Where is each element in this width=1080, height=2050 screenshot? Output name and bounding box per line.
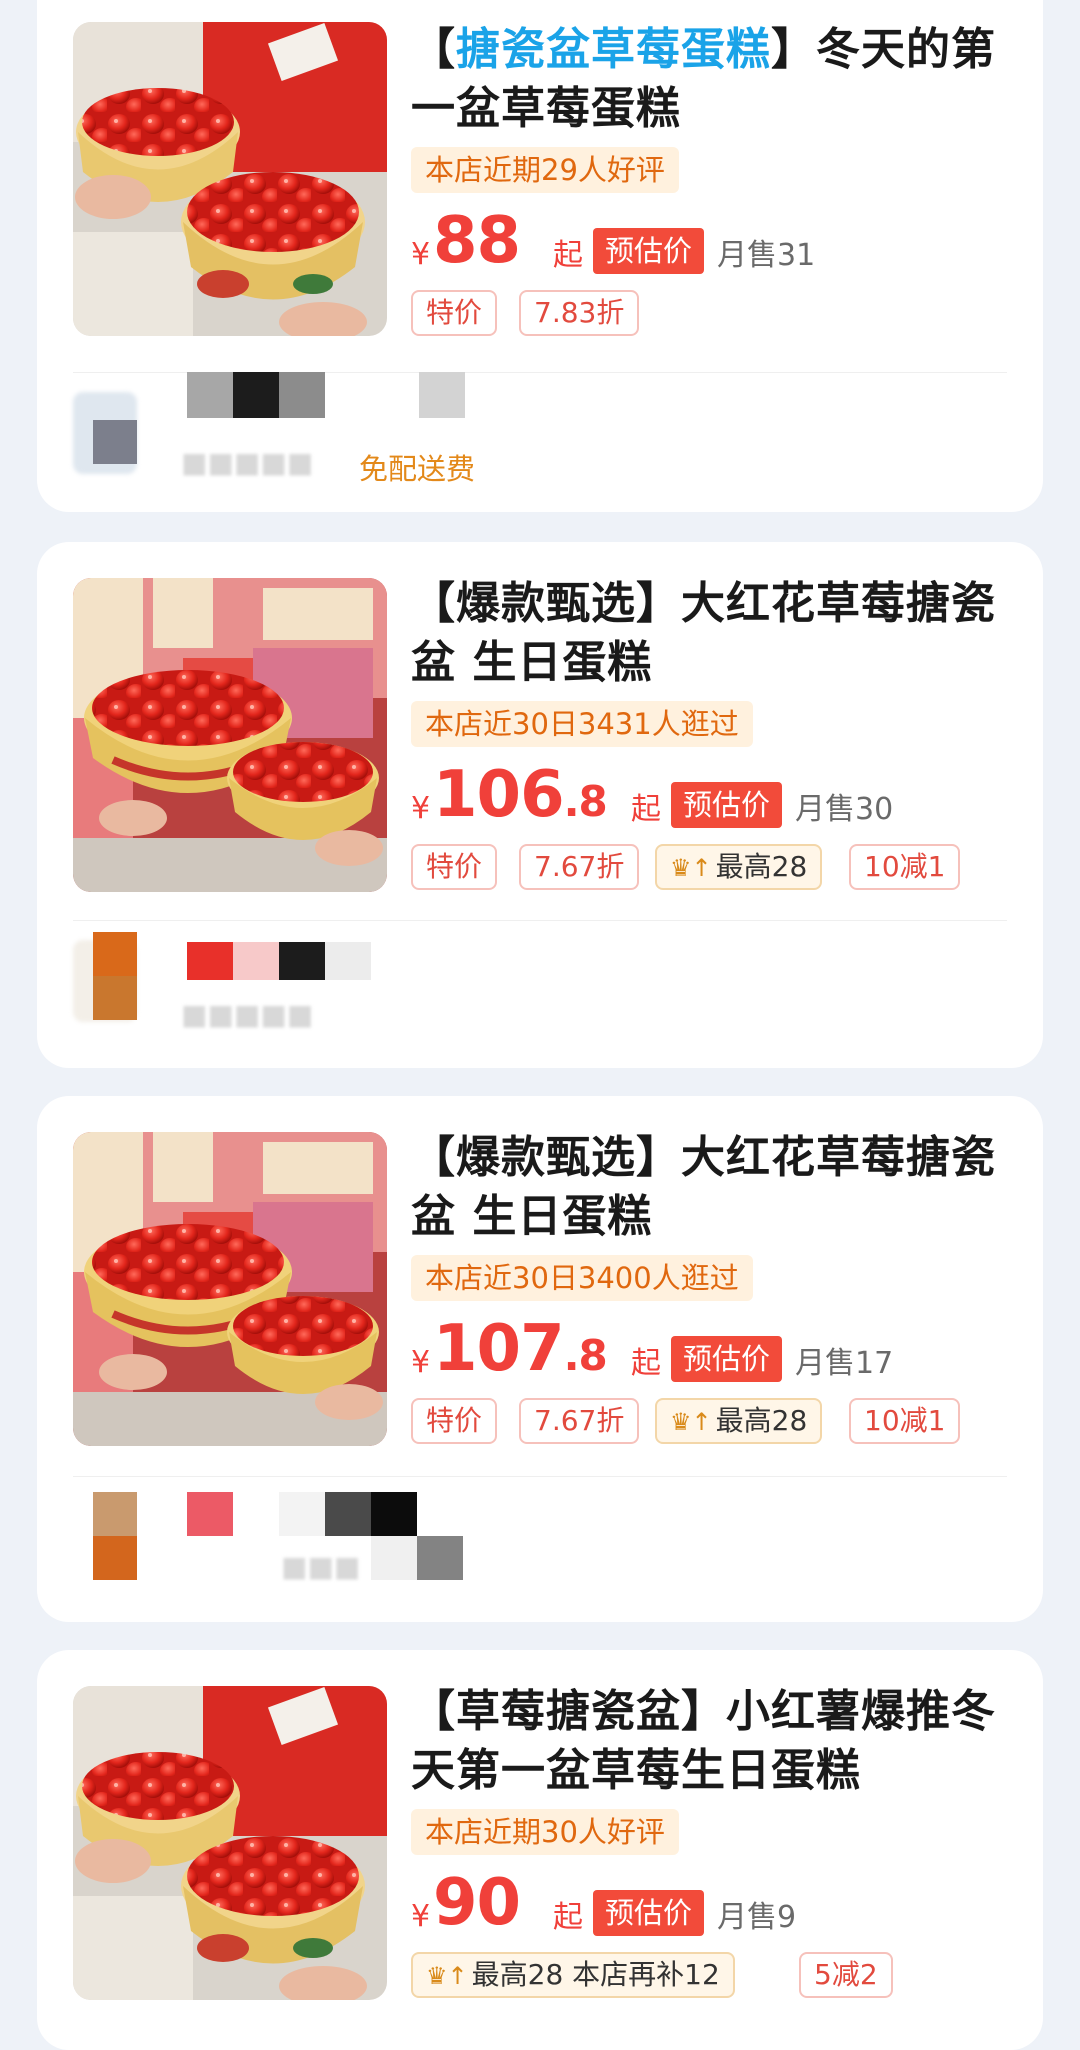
price-from-label: 起 — [553, 1900, 583, 1935]
price-amount: 107.8 — [433, 1312, 608, 1386]
blurred-shop-name — [187, 942, 233, 980]
product-image[interactable] — [73, 578, 387, 892]
review-badge: 本店近期29人好评 — [411, 147, 679, 193]
currency-symbol: ¥ — [411, 1899, 431, 1934]
product-title[interactable]: 【爆款甄选】大红花草莓搪瓷盆 生日蛋糕 — [411, 1128, 1011, 1246]
review-badge: 本店近期30人好评 — [411, 1809, 679, 1855]
shop-avatar-overlay — [93, 976, 137, 1020]
tag-spend-reduce: 10减1 — [849, 844, 961, 890]
price-amount: 88 — [433, 204, 521, 278]
product-image[interactable] — [73, 1132, 387, 1446]
blurred-shop-name — [233, 372, 279, 418]
product-card-2[interactable]: 【爆款甄选】大红花草莓搪瓷盆 生日蛋糕 本店近30日3431人逛过 ¥ 106.… — [37, 542, 1043, 1068]
blurred-shop-name — [187, 1492, 233, 1536]
divider — [73, 1476, 1007, 1477]
tag-discount: 7.83折 — [519, 290, 640, 336]
title-highlight: 搪瓷盆草莓蛋糕 — [456, 24, 771, 75]
tag-special-price: 特价 — [411, 844, 498, 890]
promo-tags: 特价 7.83折 — [411, 290, 1011, 336]
product-card-3[interactable]: 【爆款甄选】大红花草莓搪瓷盆 生日蛋糕 本店近30日3400人逛过 ¥ 107.… — [37, 1096, 1043, 1622]
shop-avatar-overlay — [93, 1536, 137, 1580]
tag-max-subsidy: ♛↑ 最高28 — [655, 1398, 823, 1444]
estimate-price-badge: 预估价 — [671, 1336, 783, 1382]
blurred-delivery-text: ■■■ — [281, 1550, 361, 1583]
blurred-shop-name — [233, 942, 279, 980]
price-amount: 90 — [433, 1866, 521, 1940]
blurred-shop-name — [419, 372, 465, 418]
monthly-sales: 月售30 — [795, 792, 894, 827]
blurred-shop-name — [325, 942, 371, 980]
product-card-4[interactable]: 【草莓搪瓷盆】小红薯爆推冬天第一盆草莓生日蛋糕 本店近期30人好评 ¥ 90 起… — [37, 1650, 1043, 2050]
price-from-label: 起 — [631, 792, 661, 827]
monthly-sales: 月售31 — [717, 238, 816, 273]
currency-symbol: ¥ — [411, 1345, 431, 1380]
shop-avatar[interactable] — [93, 1492, 137, 1536]
tag-special-price: 特价 — [411, 1398, 498, 1444]
divider — [73, 920, 1007, 921]
blurred-delivery-text: ■■■■■ — [181, 446, 314, 479]
promo-tags: ♛↑ 最高28 本店再补12 5减2 — [411, 1952, 1011, 1998]
visit-badge: 本店近30日3400人逛过 — [411, 1255, 753, 1301]
shop-avatar-overlay — [93, 420, 137, 464]
tag-discount: 7.67折 — [519, 1398, 640, 1444]
tag-discount: 7.67折 — [519, 844, 640, 890]
product-title[interactable]: 【草莓搪瓷盆】小红薯爆推冬天第一盆草莓生日蛋糕 — [411, 1682, 1011, 1800]
crown-up-icon: ♛↑ — [670, 1408, 712, 1436]
blurred-shop-name — [187, 372, 233, 418]
estimate-price-badge: 预估价 — [593, 228, 705, 274]
tag-spend-reduce: 5减2 — [799, 1952, 893, 1998]
shop-avatar-overlay — [93, 932, 137, 976]
blurred-shop-name — [279, 372, 325, 418]
blurred-shop-name — [325, 1492, 371, 1536]
blurred-shop-name — [371, 1492, 417, 1536]
currency-symbol: ¥ — [411, 237, 431, 272]
promo-tags: 特价 7.67折 ♛↑ 最高28 10减1 — [411, 1398, 1011, 1444]
estimate-price-badge: 预估价 — [671, 782, 783, 828]
product-photo-strawberry-bowls — [73, 22, 387, 336]
monthly-sales: 月售9 — [717, 1900, 797, 1935]
product-photo-strawberry-bowls — [73, 1686, 387, 2000]
free-delivery-label: 免配送费 — [359, 452, 476, 486]
price-amount: 106.8 — [433, 758, 608, 832]
price-from-label: 起 — [631, 1346, 661, 1381]
product-image[interactable] — [73, 1686, 387, 2000]
visit-badge: 本店近30日3431人逛过 — [411, 701, 753, 747]
price-row: ¥ 90 起 预估价 月售9 — [411, 1866, 1011, 1942]
blurred-shop-name — [371, 1536, 417, 1580]
tag-max-subsidy: ♛↑ 最高28 — [655, 844, 823, 890]
crown-up-icon: ♛↑ — [670, 854, 712, 882]
blurred-shop-name — [279, 1492, 325, 1536]
product-image[interactable] — [73, 22, 387, 336]
product-title[interactable]: 【搪瓷盆草莓蛋糕】冬天的第一盆草莓蛋糕 — [411, 20, 1011, 138]
product-title[interactable]: 【爆款甄选】大红花草莓搪瓷盆 生日蛋糕 — [411, 574, 1011, 692]
crown-up-icon: ♛↑ — [426, 1962, 468, 1990]
tag-spend-reduce: 10减1 — [849, 1398, 961, 1444]
price-from-label: 起 — [553, 238, 583, 273]
product-card-1[interactable]: 【搪瓷盆草莓蛋糕】冬天的第一盆草莓蛋糕 本店近期29人好评 ¥ 88 起 预估价… — [37, 0, 1043, 512]
price-row: ¥ 107.8 起 预估价 月售17 — [411, 1312, 1011, 1388]
estimate-price-badge: 预估价 — [593, 1890, 705, 1936]
blurred-shop-name — [417, 1536, 463, 1580]
tag-max-subsidy: ♛↑ 最高28 本店再补12 — [411, 1952, 735, 1998]
product-photo-strawberry-bowls — [73, 578, 387, 892]
price-row: ¥ 88 起 预估价 月售31 — [411, 204, 1011, 280]
tag-special-price: 特价 — [411, 290, 498, 336]
blurred-delivery-text: ■■■■■ — [181, 998, 314, 1031]
blurred-shop-name — [279, 942, 325, 980]
currency-symbol: ¥ — [411, 791, 431, 826]
monthly-sales: 月售17 — [795, 1346, 894, 1381]
promo-tags: 特价 7.67折 ♛↑ 最高28 10减1 — [411, 844, 1011, 890]
price-row: ¥ 106.8 起 预估价 月售30 — [411, 758, 1011, 834]
product-photo-strawberry-bowls — [73, 1132, 387, 1446]
